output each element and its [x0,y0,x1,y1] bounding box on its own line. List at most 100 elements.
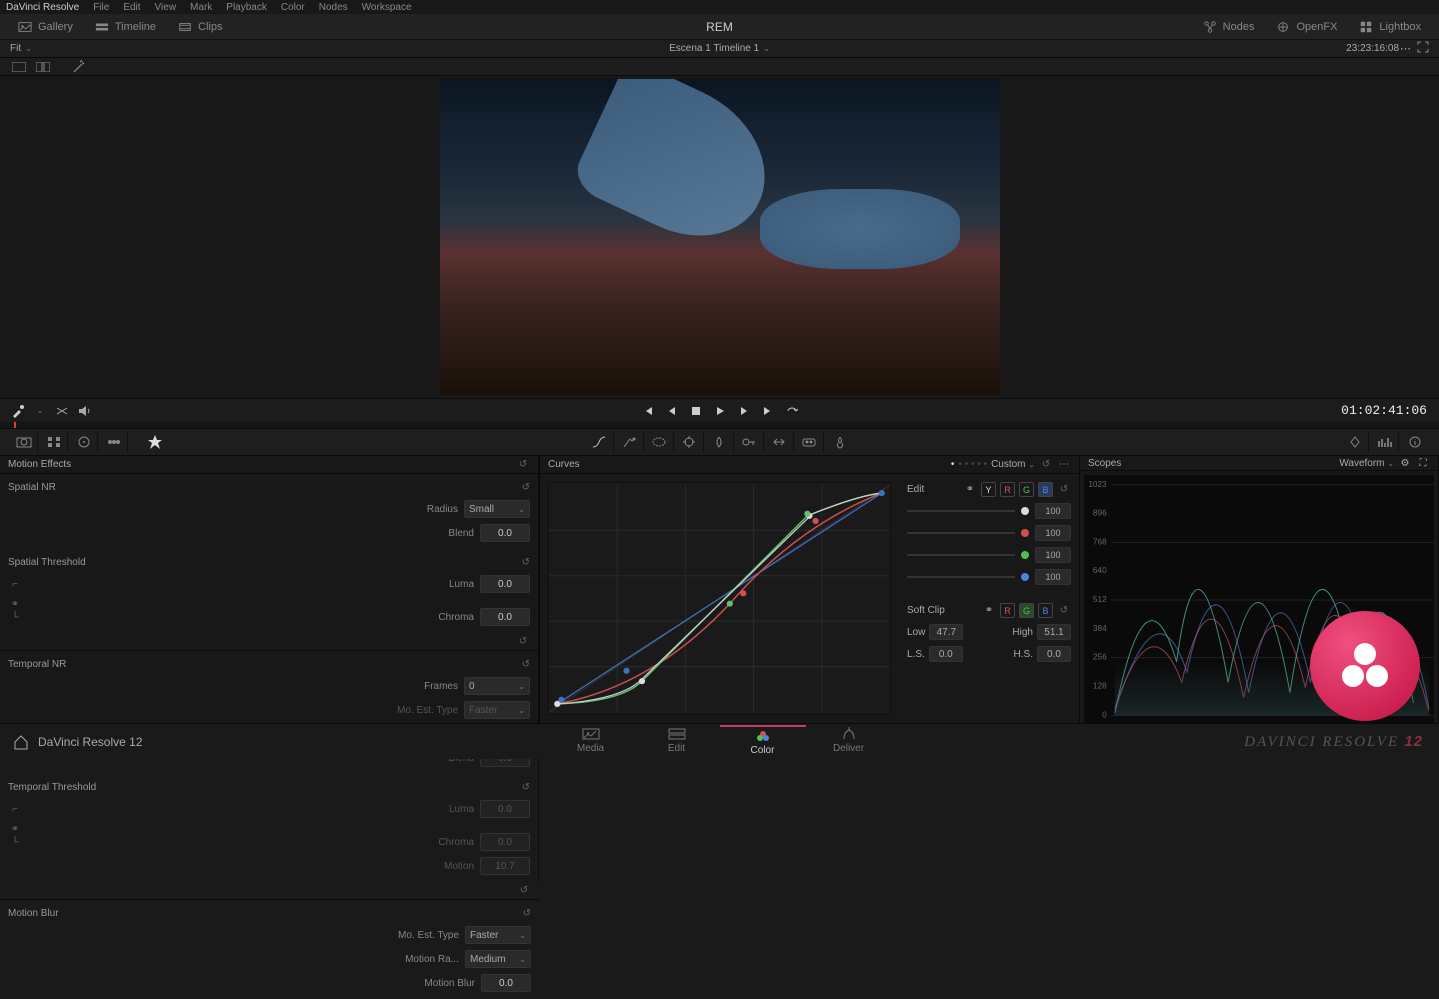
reset-spatial-thresh-icon[interactable] [522,557,530,568]
timeline-button[interactable]: Timeline [87,17,164,37]
openfx-button[interactable]: OpenFX [1268,17,1345,37]
picker-icon[interactable] [10,403,26,419]
curves-options-icon[interactable]: ⋯ [1057,458,1071,472]
gallery-button[interactable]: Gallery [10,17,81,37]
next-frame-button[interactable] [736,403,752,419]
curves-icon[interactable] [586,431,614,453]
softclip-g-button[interactable]: G [1019,603,1034,618]
info-icon[interactable] [1401,431,1429,453]
radius-select[interactable]: Small [464,500,530,518]
motion-effects-icon[interactable] [138,431,172,453]
reset-temporal-thresh-icon[interactable] [522,782,530,793]
keyframe-icon[interactable] [1341,431,1369,453]
spatial-luma-input[interactable]: 0.0 [480,575,530,593]
link-chain-icon[interactable]: ⚭ [8,824,22,835]
reset-motion-icon[interactable] [516,458,530,472]
frames-select[interactable]: 0 [464,677,530,695]
first-frame-button[interactable] [640,403,656,419]
last-frame-button[interactable] [760,403,776,419]
softclip-hs-input[interactable]: 0.0 [1037,646,1071,662]
camera-raw-icon[interactable] [10,431,38,453]
menu-edit[interactable]: Edit [123,2,140,13]
reset-mblur-sect-icon[interactable] [523,908,531,919]
tracker-icon[interactable] [676,431,704,453]
channel-y-button[interactable]: Y [981,482,996,497]
menu-app[interactable]: DaVinci Resolve [6,2,79,13]
blur-icon[interactable] [706,431,734,453]
link-chain-icon[interactable]: ⚭ [8,599,22,610]
shuffle-icon[interactable] [54,403,70,419]
reset-edit-icon[interactable] [1057,483,1071,497]
menu-view[interactable]: View [155,2,177,13]
link-softclip-icon[interactable]: ⚭ [982,604,996,618]
mblur-amount-input[interactable]: 0.0 [481,974,531,992]
reset-spatial-nr-icon[interactable] [522,482,530,493]
softclip-low-input[interactable]: 47.7 [929,624,963,640]
softclip-high-input[interactable]: 51.1 [1037,624,1071,640]
link-icon[interactable]: ⌐ [8,579,22,590]
picker-dropdown-icon[interactable] [32,403,48,419]
menu-nodes[interactable]: Nodes [319,2,348,13]
single-view-icon[interactable] [10,60,28,74]
nav-media[interactable]: Media [548,725,634,758]
channel-b-button[interactable]: B [1038,482,1053,497]
menu-workspace[interactable]: Workspace [362,2,412,13]
reset-mblur-icon[interactable] [517,884,531,898]
reset-curves-icon[interactable] [1039,458,1053,472]
reset-temporal-nr-icon[interactable] [522,659,530,670]
zoom-fit-dropdown[interactable]: Fit [10,43,32,54]
y-intensity-value[interactable]: 100 [1035,503,1071,519]
g-intensity-value[interactable]: 100 [1035,547,1071,563]
primaries-bars-icon[interactable] [100,431,128,453]
spatial-chroma-input[interactable]: 0.0 [480,608,530,626]
data-burn-icon[interactable] [826,431,854,453]
mblur-est-select[interactable]: Faster [465,926,531,944]
clips-button[interactable]: Clips [170,17,230,37]
scopes-toggle-icon[interactable] [1371,431,1399,453]
nav-edit[interactable]: Edit [634,725,720,758]
options-icon[interactable]: ⋯ [1400,42,1411,55]
menu-file[interactable]: File [93,2,109,13]
reset-softclip-icon[interactable] [1057,604,1071,618]
key-icon[interactable] [736,431,764,453]
y-intensity-slider[interactable] [907,510,1015,512]
nav-color[interactable]: Color [720,725,806,758]
dual-view-icon[interactable] [34,60,52,74]
home-icon[interactable] [12,733,30,751]
stop-button[interactable] [688,403,704,419]
scopes-settings-icon[interactable]: ⚙ [1398,456,1412,470]
reset-temporal-icon[interactable] [516,635,530,649]
menu-mark[interactable]: Mark [190,2,212,13]
wand-icon[interactable] [70,60,88,74]
curves-mode-dropdown[interactable]: Custom [991,459,1035,470]
menu-color[interactable]: Color [281,2,305,13]
curves-graph[interactable] [540,474,899,723]
menu-playback[interactable]: Playback [226,2,267,13]
expand-icon[interactable] [1417,41,1429,56]
channel-r-button[interactable]: R [1000,482,1015,497]
channel-g-button[interactable]: G [1019,482,1034,497]
prev-frame-button[interactable] [664,403,680,419]
sizing-icon[interactable] [766,431,794,453]
spatial-blend-input[interactable]: 0.0 [480,524,530,542]
softclip-ls-input[interactable]: 0.0 [929,646,963,662]
link-channels-icon[interactable]: ⚭ [963,483,977,497]
nodes-button[interactable]: Nodes [1195,17,1263,37]
softclip-r-button[interactable]: R [1000,603,1015,618]
lightbox-button[interactable]: Lightbox [1351,17,1429,37]
window-icon[interactable] [646,431,674,453]
mblur-range-select[interactable]: Medium [465,950,531,968]
qualifier-icon[interactable] [616,431,644,453]
b-intensity-slider[interactable] [907,576,1015,578]
color-match-icon[interactable] [40,431,68,453]
r-intensity-value[interactable]: 100 [1035,525,1071,541]
stereo-3d-icon[interactable] [796,431,824,453]
play-button[interactable] [712,403,728,419]
softclip-b-button[interactable]: B [1038,603,1053,618]
color-wheels-icon[interactable] [70,431,98,453]
b-intensity-value[interactable]: 100 [1035,569,1071,585]
timeline-name-dropdown[interactable]: Escena 1 Timeline 1 [669,43,770,54]
mute-icon[interactable] [76,403,92,419]
scopes-mode-dropdown[interactable]: Waveform [1339,458,1394,469]
scopes-expand-icon[interactable]: ⛶ [1416,456,1430,470]
